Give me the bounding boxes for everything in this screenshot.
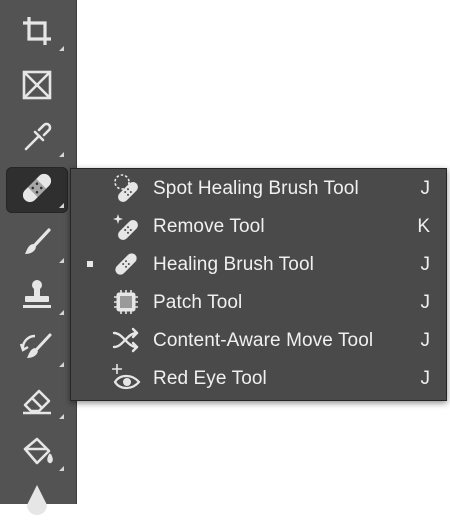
blur-tool-button[interactable] [6,482,68,528]
menu-item-shortcut: J [420,368,431,389]
menu-item-remove-tool[interactable]: Remove Tool K [71,207,446,245]
menu-item-label: Healing Brush Tool [153,254,314,275]
eyedropper-icon [17,117,57,162]
stamp-icon [17,275,57,320]
eraser-tool-button[interactable] [6,378,68,424]
menu-item-spot-healing-brush-tool[interactable]: Spot Healing Brush Tool J [71,169,446,207]
selected-bullet-icon [87,261,93,267]
history-brush-icon [17,327,57,372]
more-tools-indicator [59,362,64,367]
menu-item-patch-tool[interactable]: Patch Tool J [71,283,446,321]
menu-item-label: Spot Healing Brush Tool [153,178,359,199]
eraser-icon [17,379,57,424]
spot-healing-icon [109,173,143,203]
more-tools-indicator [59,258,64,263]
more-tools-indicator [59,152,64,157]
menu-item-label: Remove Tool [153,216,265,237]
paint-bucket-icon [17,431,57,476]
menu-item-shortcut: J [420,254,431,275]
content-aware-move-icon [109,325,143,355]
menu-item-shortcut: J [420,178,431,199]
menu-item-shortcut: J [420,330,431,351]
brush-icon [17,223,57,268]
more-tools-indicator [59,414,64,419]
more-tools-indicator [59,466,64,471]
menu-item-shortcut: J [420,292,431,313]
remove-tool-icon [109,211,143,241]
patch-icon [109,287,143,317]
menu-item-content-aware-move-tool[interactable]: Content-Aware Move Tool J [71,321,446,359]
brush-tool-button[interactable] [6,222,68,268]
healing-tools-flyout-menu: Spot Healing Brush Tool J Remove Tool K [70,168,447,401]
menu-item-healing-brush-tool[interactable]: Healing Brush Tool J [71,245,446,283]
more-tools-indicator [59,203,64,208]
crop-tool-button[interactable] [6,10,68,56]
healing-brush-icon [109,249,143,279]
clone-stamp-tool-button[interactable] [6,274,68,320]
bandage-icon [17,168,57,213]
tools-panel [0,0,77,515]
crop-icon [17,11,57,56]
menu-item-label: Content-Aware Move Tool [153,330,374,351]
menu-item-red-eye-tool[interactable]: Red Eye Tool J [71,359,446,397]
red-eye-icon [109,363,143,393]
menu-item-label: Patch Tool [153,292,243,313]
history-brush-tool-button[interactable] [6,326,68,372]
more-tools-indicator [59,46,64,51]
frame-icon [17,65,57,110]
blur-icon [17,483,57,528]
menu-item-shortcut: K [417,216,430,237]
more-tools-indicator [59,310,64,315]
eyedropper-tool-button[interactable] [6,116,68,162]
healing-brush-tool-button[interactable] [6,167,68,213]
menu-item-label: Red Eye Tool [153,368,267,389]
frame-tool-button[interactable] [6,64,68,110]
paint-bucket-tool-button[interactable] [6,430,68,476]
